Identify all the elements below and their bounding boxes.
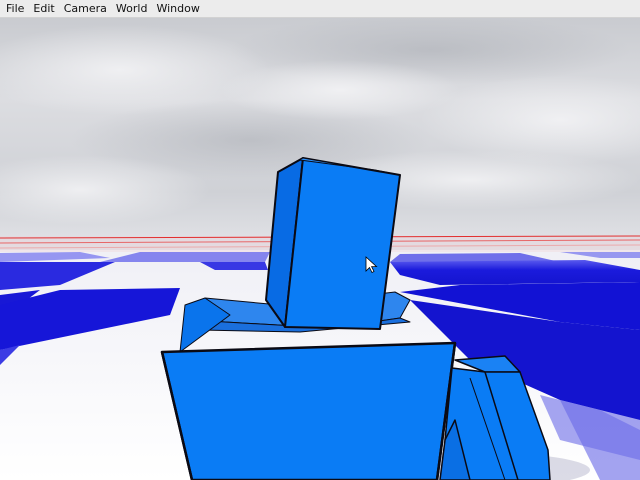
- 3d-viewport[interactable]: [0, 18, 640, 480]
- menu-camera[interactable]: Camera: [60, 0, 111, 18]
- menu-edit[interactable]: Edit: [29, 0, 58, 18]
- figure-torso-front: [160, 341, 457, 480]
- figure-head-front: [284, 157, 401, 330]
- simulation-window: File Edit Camera World Window: [0, 0, 640, 480]
- menu-world[interactable]: World: [112, 0, 152, 18]
- menu-file[interactable]: File: [2, 0, 28, 18]
- menu-window[interactable]: Window: [152, 0, 203, 18]
- menu-bar: File Edit Camera World Window: [0, 0, 640, 18]
